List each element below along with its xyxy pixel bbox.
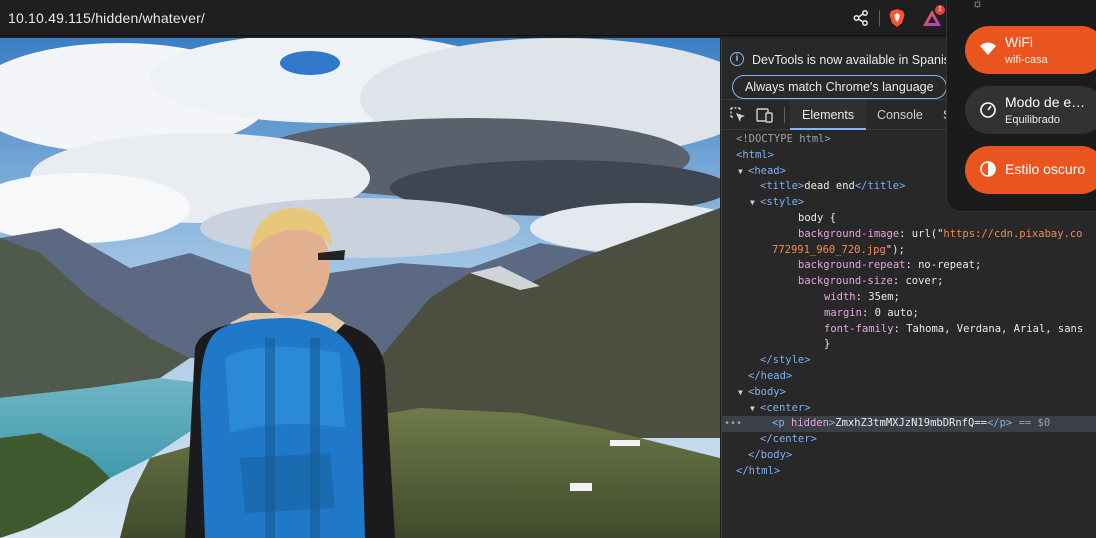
address-bar[interactable]: 10.10.49.115/hidden/whatever/ 1 <box>0 0 1096 36</box>
css-line-bg-image-cont[interactable]: 772991_960_720.jpg"); <box>722 243 1096 259</box>
dom-line-body-open[interactable]: ▼ <body> <box>722 385 1096 401</box>
info-icon: i <box>730 52 744 66</box>
dark-style-title: Estilo oscuro <box>1005 161 1086 177</box>
power-mode-title: Modo de e… <box>1005 94 1086 110</box>
css-line-bg-image[interactable]: background-image: url("https://cdn.pixab… <box>722 227 1096 243</box>
css-line-bg-repeat[interactable]: background-repeat: no-repeat; <box>722 258 1096 274</box>
tabbar-divider <box>784 107 785 123</box>
tab-console[interactable]: Console <box>865 100 935 130</box>
dom-line-html-close[interactable]: </html> <box>722 464 1096 480</box>
css-line-font-family[interactable]: font-family: Tahoma, Verdana, Arial, san… <box>722 322 1096 338</box>
brave-shield-icon[interactable] <box>888 8 906 28</box>
tab-elements[interactable]: Elements <box>790 100 867 130</box>
power-mode-toggle[interactable]: Modo de e… Equilibrado <box>965 86 1096 134</box>
rewards-badge: 1 <box>935 5 945 15</box>
url-text[interactable]: 10.10.49.115/hidden/whatever/ <box>8 10 205 26</box>
quick-settings-panel: ☼ WiFi wifi-casa Modo de e… Equilibrado … <box>946 0 1096 212</box>
inspect-element-icon[interactable] <box>730 107 746 123</box>
share-icon[interactable] <box>852 9 870 27</box>
dark-mode-icon <box>980 161 996 177</box>
expand-triangle-icon[interactable]: ▼ <box>738 164 748 180</box>
css-line-margin[interactable]: margin: 0 auto; <box>722 306 1096 322</box>
brightness-icon: ☼ <box>972 0 983 10</box>
wifi-title: WiFi <box>1005 34 1033 50</box>
css-line-width[interactable]: width: 35em; <box>722 290 1096 306</box>
toolbar-divider <box>879 10 880 26</box>
wifi-network-name: wifi-casa <box>1005 54 1048 66</box>
infobar-text: DevTools is now available in Spanish <box>752 53 957 67</box>
more-options-icon[interactable]: ••• <box>724 416 742 432</box>
device-toolbar-icon[interactable] <box>756 107 774 123</box>
expand-triangle-icon[interactable]: ▼ <box>750 195 760 211</box>
power-mode-value: Equilibrado <box>1005 114 1061 126</box>
page-viewport <box>0 38 720 538</box>
expand-triangle-icon[interactable]: ▼ <box>738 385 748 401</box>
wifi-toggle[interactable]: WiFi wifi-casa <box>965 26 1096 74</box>
hidden-p-text[interactable]: ZmxhZ3tmMXJzN19mbDRnfQ== <box>835 417 987 429</box>
dom-line-style-close[interactable]: </style> <box>722 353 1096 369</box>
dom-line-body-close[interactable]: </body> <box>722 448 1096 464</box>
css-line-close-brace[interactable]: } <box>722 337 1096 353</box>
dom-line-center-open[interactable]: ▼ <center> <box>722 401 1096 417</box>
css-line-bg-size[interactable]: background-size: cover; <box>722 274 1096 290</box>
dark-style-toggle[interactable]: Estilo oscuro <box>965 146 1096 194</box>
background-landscape-image <box>0 38 720 538</box>
wifi-icon <box>980 42 996 55</box>
dom-line-head-close[interactable]: </head> <box>722 369 1096 385</box>
dom-line-center-close[interactable]: </center> <box>722 432 1096 448</box>
match-language-button[interactable]: Always match Chrome's language <box>732 75 947 99</box>
dom-line-hidden-p-selected[interactable]: ••• <p hidden>ZmxhZ3tmMXJzN19mbDRnfQ==</p… <box>722 416 1096 433</box>
speedometer-icon <box>980 102 996 118</box>
css-line-body-selector[interactable]: body { <box>722 211 1096 227</box>
expand-triangle-icon[interactable]: ▼ <box>750 401 760 417</box>
